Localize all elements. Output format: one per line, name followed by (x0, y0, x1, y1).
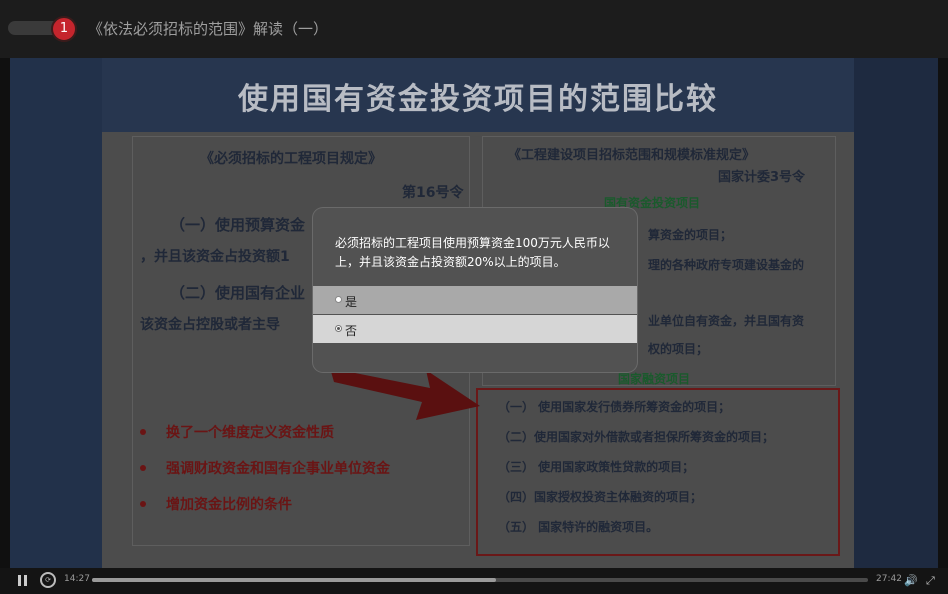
quiz-option-no[interactable]: 否 (313, 315, 637, 343)
right-item-4: （四）国家授权投资主体融资的项目； (498, 490, 703, 504)
right-line-3: 业单位自有资金，并且国有资 (648, 314, 805, 328)
right-item-1: （一） 使用国家发行债券所筹资金的项目； (498, 400, 731, 414)
bullet-dot-icon (140, 465, 146, 471)
lesson-number-badge: 1 (51, 16, 77, 42)
total-time: 27:42 (876, 574, 902, 584)
right-order: 国家计委3号令 (718, 170, 806, 185)
right-item-3: （三） 使用国家政策性贷款的项目； (498, 460, 695, 474)
fullscreen-icon[interactable]: ⤢ (926, 574, 940, 588)
volume-icon[interactable]: 🔊 (904, 574, 918, 588)
progress-fill (92, 578, 496, 582)
pause-button[interactable] (18, 575, 28, 587)
quiz-option-yes[interactable]: 是 (313, 286, 637, 314)
right-line-4: 权的项目； (648, 342, 709, 356)
right-subheading-2: 国家融资项目 (618, 372, 691, 386)
right-line-1: 算资金的项目； (648, 228, 733, 242)
left-bullet-1: 换了一个维度定义资金性质 (166, 425, 334, 441)
progress-bar[interactable] (92, 578, 868, 582)
bullet-dot-icon (140, 501, 146, 507)
slide-right-band (846, 58, 938, 568)
radio-selected-icon[interactable] (335, 325, 342, 332)
right-heading: 《工程建设项目招标范围和规模标准规定》 (508, 148, 756, 163)
right-line-2: 理的各种政府专项建设基金的 (648, 258, 805, 272)
quiz-question: 必须招标的工程项目使用预算资金100万元人民币以上，并且该资金占投资额20%以上… (335, 236, 610, 269)
pause-icon (18, 575, 21, 586)
left-line-2: ，并且该资金占投资额1 (140, 249, 290, 265)
player-controls: ⟳ 14:27 27:42 🔊 ⤢ (0, 568, 948, 594)
current-time: 14:27 (64, 574, 90, 584)
left-bullet-2: 强调财政资金和国有企事业单位资金 (166, 461, 390, 477)
quiz-option-label: 是 (345, 295, 358, 309)
lesson-title: 《依法必须招标的范围》解读（一） (88, 20, 329, 38)
slide-title: 使用国有资金投资项目的范围比较 (238, 82, 718, 117)
right-item-2: （二）使用国家对外借款或者担保所筹资金的项目； (498, 430, 775, 444)
slide-left-band (10, 58, 102, 568)
quiz-option-label: 否 (345, 324, 358, 338)
radio-icon[interactable] (335, 296, 342, 303)
left-line-1: （一）使用预算资金 (170, 216, 306, 234)
left-line-3: （二）使用国有企业 (170, 284, 306, 302)
left-order: 第16号令 (402, 185, 464, 201)
pause-icon (24, 575, 27, 586)
bullet-dot-icon (140, 429, 146, 435)
quiz-dialog: 必须招标的工程项目使用预算资金100万元人民币以上，并且该资金占投资额20%以上… (313, 208, 637, 372)
left-bullet-3: 增加资金比例的条件 (166, 497, 292, 513)
speed-icon[interactable]: ⟳ (40, 572, 56, 588)
top-bar: 1 《依法必须招标的范围》解读（一） (0, 0, 948, 58)
left-heading: 《必须招标的工程项目规定》 (200, 151, 382, 167)
right-item-5: （五） 国家特许的融资项目。 (498, 520, 659, 534)
left-line-4: 该资金占控股或者主导 (140, 317, 280, 333)
